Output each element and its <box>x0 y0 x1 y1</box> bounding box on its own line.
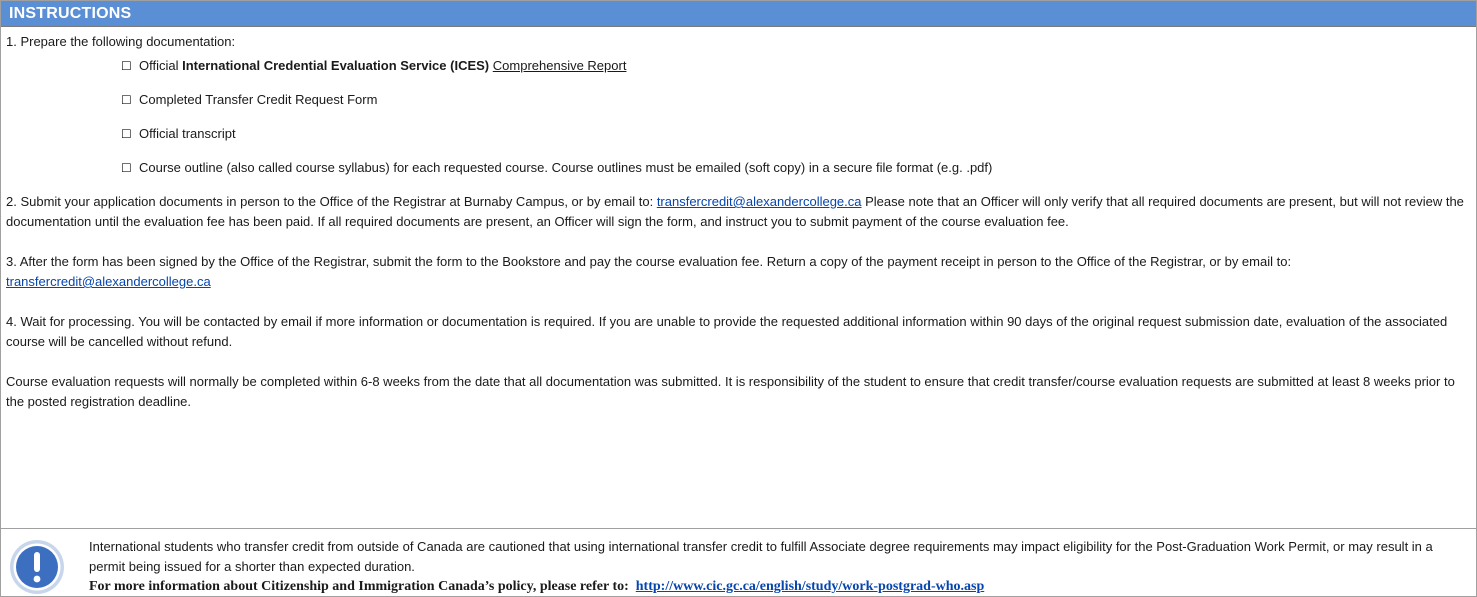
checkbox-icon: ☐ <box>121 127 132 141</box>
email-link[interactable]: transfercredit@alexandercollege.ca <box>6 274 211 289</box>
checklist-item: ☐ Official transcript <box>121 124 1471 144</box>
checklist-item-label: Completed Transfer Credit Request Form <box>139 92 378 107</box>
step-4-text: 4. Wait for processing. You will be cont… <box>6 314 1448 349</box>
notice-text: International students who transfer cred… <box>89 539 1433 574</box>
checklist-item-label: Official transcript <box>139 126 236 141</box>
cic-policy-link[interactable]: http://www.cic.gc.ca/english/study/work-… <box>636 579 984 594</box>
checklist-item-label: Course outline (also called course sylla… <box>139 160 993 175</box>
comprehensive-report-link[interactable]: Comprehensive Report <box>493 58 627 73</box>
step-1-text: 1. Prepare the following documentation: <box>6 34 236 49</box>
section-header: INSTRUCTIONS <box>1 1 1476 27</box>
step-3-before: 3. After the form has been signed by the… <box>6 254 1292 269</box>
step-3-text: 3. After the form has been signed by the… <box>6 252 1471 292</box>
checkbox-icon: ☐ <box>121 59 132 73</box>
checklist-item: ☐ Course outline (also called course syll… <box>121 158 1471 178</box>
checklist-item-prefix: Official <box>139 58 183 73</box>
checklist-item-bold: International Credential Evaluation Serv… <box>182 58 490 73</box>
notice-more-info: For more information about Citizenship a… <box>89 577 1468 597</box>
immigration-notice: International students who transfer cred… <box>1 529 1476 596</box>
exclamation-icon <box>10 540 64 594</box>
step-2-before: 2. Submit your application documents in … <box>6 194 657 209</box>
step-2-text: 2. Submit your application documents in … <box>6 192 1471 232</box>
documentation-checklist: ☐ Official International Credential Evalu… <box>6 56 1471 178</box>
notice-more-label: For more information about Citizenship a… <box>89 579 629 594</box>
checkbox-icon: ☐ <box>121 93 132 107</box>
notice-text-block: International students who transfer cred… <box>89 537 1468 597</box>
checkbox-icon: ☐ <box>121 161 132 175</box>
checklist-item: ☐ Completed Transfer Credit Request Form <box>121 90 1471 110</box>
checklist-item: ☐ Official International Credential Evalu… <box>121 56 1471 76</box>
closing-text: Course evaluation requests will normally… <box>6 374 1455 409</box>
instructions-panel: INSTRUCTIONS 1. Prepare the following do… <box>0 0 1477 597</box>
instructions-body: 1. Prepare the following documentation: … <box>1 32 1476 412</box>
email-link[interactable]: transfercredit@alexandercollege.ca <box>657 194 862 209</box>
